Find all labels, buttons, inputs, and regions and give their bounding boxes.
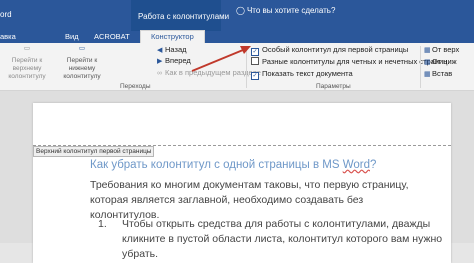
first-page-header-tag: Верхний колонтитул первой страницы [33, 146, 155, 157]
list-item-number: 1. [98, 218, 107, 230]
document-page[interactable]: Верхний колонтитул первой страницы Как у… [33, 103, 451, 263]
document-area: Верхний колонтитул первой страницы Как у… [0, 91, 474, 263]
heading-end: ? [369, 159, 377, 171]
heading-text: Как убрать колонтитул с одной страницы в… [90, 159, 343, 171]
list-item-text: Чтобы открыть средства для работы с коло… [122, 218, 443, 260]
document-heading: Как убрать колонтитул с одной страницы в… [90, 159, 376, 171]
list-item: 1. Чтобы открыть средства для работы с к… [98, 217, 443, 262]
heading-word: Word [342, 159, 370, 171]
